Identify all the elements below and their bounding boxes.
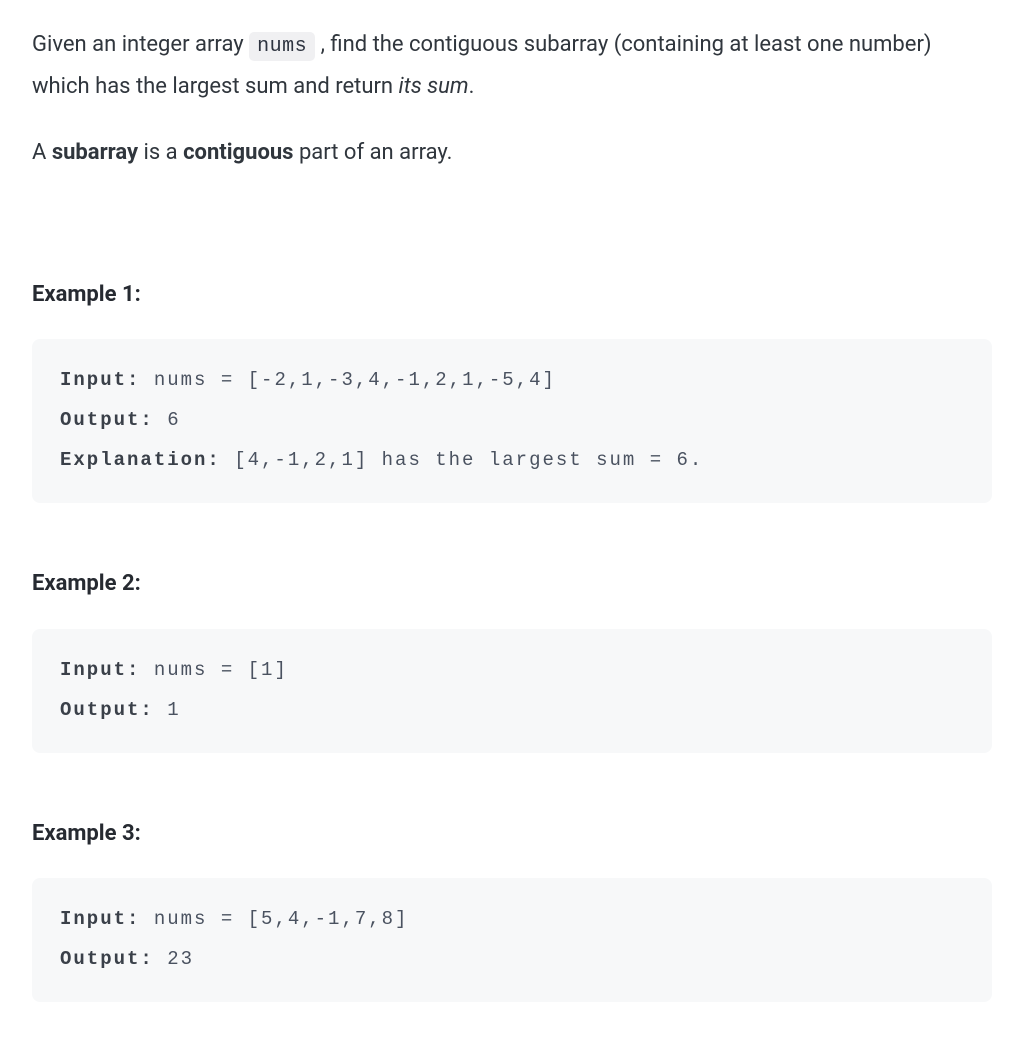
code-line-text: nums = [-2,1,-3,4,-1,2,1,-5,4]	[140, 369, 555, 391]
example-code-block: Input: nums = [-2,1,-3,4,-1,2,1,-5,4]Out…	[32, 339, 992, 503]
code-line-label: Explanation:	[60, 449, 221, 471]
code-line-label: Input:	[60, 908, 140, 930]
example-code-block: Input: nums = [1]Output: 1	[32, 629, 992, 753]
text-segment: is a	[138, 140, 183, 165]
text-segment: A	[32, 140, 52, 165]
text-segment: Given an integer array	[32, 32, 249, 57]
description-paragraph-2: A subarray is a contiguous part of an ar…	[32, 132, 992, 174]
code-line: Output: 6	[60, 401, 964, 441]
code-line: Output: 1	[60, 691, 964, 731]
text-segment: .	[469, 74, 475, 99]
examples-section: Example 1: Input: nums = [-2,1,-3,4,-1,2,…	[32, 274, 992, 1003]
code-line-label: Input:	[60, 659, 140, 681]
code-line-label: Input:	[60, 369, 140, 391]
code-line: Output: 23	[60, 940, 964, 980]
example-heading: Example 1:	[32, 274, 992, 316]
code-line: Input: nums = [1]	[60, 651, 964, 691]
code-line: Explanation: [4,-1,2,1] has the largest …	[60, 441, 964, 481]
code-line-text: 1	[154, 699, 181, 721]
inline-code-nums: nums	[249, 32, 315, 61]
code-line-label: Output:	[60, 409, 154, 431]
code-line: Input: nums = [5,4,-1,7,8]	[60, 900, 964, 940]
bold-text: subarray	[52, 140, 138, 165]
code-line-label: Output:	[60, 699, 154, 721]
bold-text: contiguous	[183, 140, 293, 165]
code-line-text: nums = [1]	[140, 659, 287, 681]
text-segment: part of an array.	[294, 140, 453, 165]
italic-text: its sum	[399, 74, 469, 99]
example-heading: Example 2:	[32, 563, 992, 605]
code-line: Input: nums = [-2,1,-3,4,-1,2,1,-5,4]	[60, 361, 964, 401]
description-paragraph-1: Given an integer array nums , find the c…	[32, 24, 992, 108]
example-heading: Example 3:	[32, 813, 992, 855]
problem-description: Given an integer array nums , find the c…	[32, 24, 992, 174]
code-line-text: [4,-1,2,1] has the largest sum = 6.	[221, 449, 703, 471]
code-line-text: 23	[154, 948, 194, 970]
code-line-label: Output:	[60, 948, 154, 970]
code-line-text: nums = [5,4,-1,7,8]	[140, 908, 408, 930]
code-line-text: 6	[154, 409, 181, 431]
example-code-block: Input: nums = [5,4,-1,7,8]Output: 23	[32, 878, 992, 1002]
